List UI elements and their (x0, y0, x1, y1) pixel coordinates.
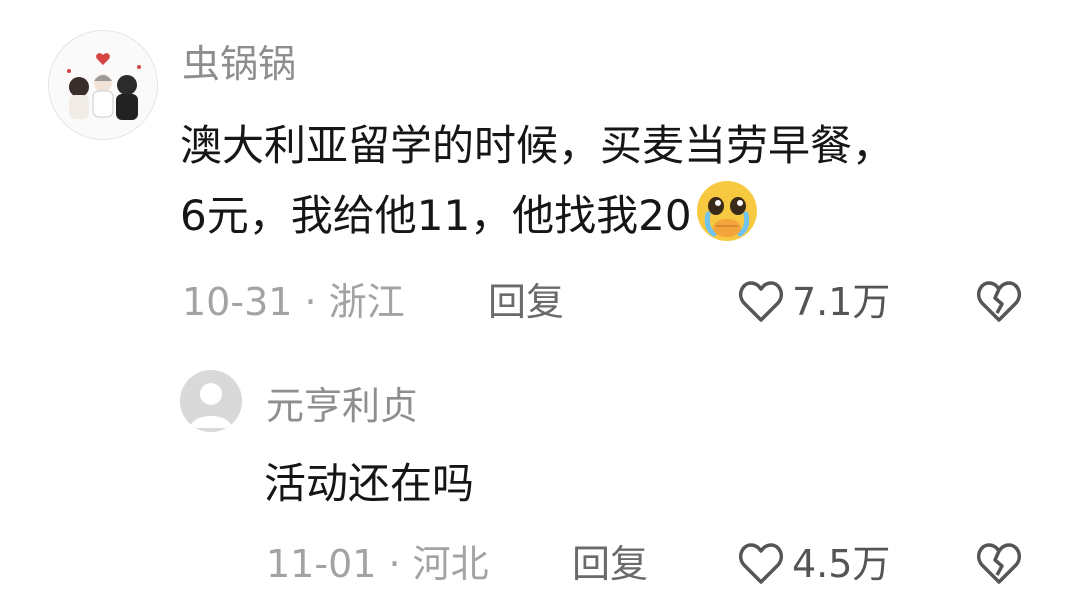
heart-outline-icon[interactable] (738, 280, 784, 324)
reply-date-location: 11-01 · 河北 (266, 542, 489, 586)
broken-heart-icon[interactable] (976, 280, 1022, 324)
comment-text-line2: 6元，我给他11，他找我20 (180, 191, 692, 240)
pleading-face-emoji-icon (694, 178, 760, 244)
comment-like-count: 7.1万 (792, 280, 891, 324)
reply-like-count: 4.5万 (792, 542, 891, 586)
reply-text: 活动还在吗 (264, 459, 475, 508)
heart-outline-icon[interactable] (738, 542, 784, 586)
comment-text: 澳大利亚留学的时候，买麦当劳早餐， 6元，我给他11，他找我20 (180, 114, 894, 248)
commenter-username[interactable]: 虫锅锅 (182, 42, 296, 86)
comment-reply-button[interactable]: 回复 (488, 280, 564, 324)
broken-heart-icon[interactable] (976, 542, 1022, 586)
reply-avatar[interactable] (180, 370, 242, 432)
comment-text-line1: 澳大利亚留学的时候，买麦当劳早餐， (180, 121, 895, 170)
reply-reply-button[interactable]: 回复 (572, 542, 648, 586)
commenter-avatar[interactable] (48, 30, 158, 140)
reply-username[interactable]: 元亨利贞 (266, 384, 418, 428)
comment-text-line2-wrap: 6元，我给他11，他找我20 (180, 178, 894, 248)
comment-date-location: 10-31 · 浙江 (182, 280, 405, 324)
